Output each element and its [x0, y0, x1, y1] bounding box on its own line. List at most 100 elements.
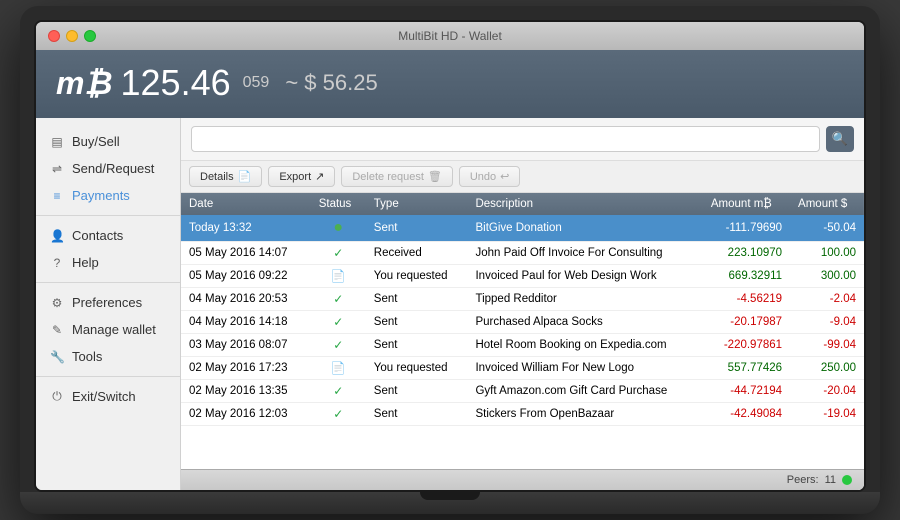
cell-status: 📄 [311, 265, 366, 288]
cell-description: Tipped Redditor [467, 288, 702, 311]
laptop-frame: MultiBit HD - Wallet m₿ 125.46 059 ~ $ 5… [20, 6, 880, 514]
search-input[interactable] [191, 126, 820, 152]
cell-description: Hotel Room Booking on Expedia.com [467, 334, 702, 357]
search-button[interactable]: 🔍 [826, 126, 854, 152]
status-check-icon: ✓ [333, 246, 343, 260]
sidebar-item-help[interactable]: ? Help [36, 249, 180, 276]
status-request-icon: 📄 [331, 361, 346, 375]
undo-button[interactable]: Undo ↩ [459, 166, 521, 187]
credit-card-icon: ▤ [50, 135, 64, 149]
sidebar-item-contacts[interactable]: 👤 Contacts [36, 222, 180, 249]
close-button[interactable] [48, 30, 60, 42]
cell-type: Sent [366, 403, 468, 426]
balance-usd: ~ $ 56.25 [285, 70, 377, 96]
balance-sub: 059 [243, 74, 270, 92]
cell-date: 05 May 2016 14:07 [181, 242, 311, 265]
table-row[interactable]: 04 May 2016 14:18 ✓ Sent Purchased Alpac… [181, 311, 864, 334]
cell-description: Gyft Amazon.com Gift Card Purchase [467, 380, 702, 403]
cell-description: Invoiced Paul for Web Design Work [467, 265, 702, 288]
cell-status: 📄 [311, 357, 366, 380]
cell-amount-usd: -20.04 [790, 380, 864, 403]
col-status: Status [311, 193, 366, 215]
cell-date: 04 May 2016 14:18 [181, 311, 311, 334]
sidebar-item-buy-sell[interactable]: ▤ Buy/Sell [36, 128, 180, 155]
col-type: Type [366, 193, 468, 215]
traffic-lights [48, 30, 96, 42]
sidebar-divider-3 [36, 376, 180, 377]
trash-icon: 🗑 [428, 170, 442, 183]
sidebar-item-manage-wallet[interactable]: ✎ Manage wallet [36, 316, 180, 343]
table-row[interactable]: 02 May 2016 17:23 📄 You requested Invoic… [181, 357, 864, 380]
peers-count: 11 [825, 474, 836, 486]
sidebar-item-preferences[interactable]: ⚙ Preferences [36, 289, 180, 316]
table-row[interactable]: 05 May 2016 09:22 📄 You requested Invoic… [181, 265, 864, 288]
main-content: ▤ Buy/Sell ⇌ Send/Request ≡ Payments 👤 [36, 118, 864, 490]
cell-date: 02 May 2016 13:35 [181, 380, 311, 403]
minimize-button[interactable] [66, 30, 78, 42]
delete-button[interactable]: Delete request 🗑 [341, 166, 453, 187]
table-row[interactable]: Today 13:32 ● Sent BitGive Donation -111… [181, 215, 864, 242]
cell-amount-usd: -50.04 [790, 215, 864, 242]
maximize-button[interactable] [84, 30, 96, 42]
details-button[interactable]: Details 📄 [189, 166, 262, 187]
title-bar: MultiBit HD - Wallet [36, 22, 864, 50]
cell-amount-btc: -4.56219 [703, 288, 790, 311]
cell-amount-usd: -99.04 [790, 334, 864, 357]
cell-description: Purchased Alpaca Socks [467, 311, 702, 334]
details-label: Details [200, 171, 234, 183]
table-row[interactable]: 04 May 2016 20:53 ✓ Sent Tipped Redditor… [181, 288, 864, 311]
cell-date: 02 May 2016 17:23 [181, 357, 311, 380]
sidebar-item-send-request[interactable]: ⇌ Send/Request [36, 155, 180, 182]
table-row[interactable]: 03 May 2016 08:07 ✓ Sent Hotel Room Book… [181, 334, 864, 357]
cell-amount-btc: -44.72194 [703, 380, 790, 403]
table-row[interactable]: 02 May 2016 13:35 ✓ Sent Gyft Amazon.com… [181, 380, 864, 403]
header-bar: m₿ 125.46 059 ~ $ 56.25 [36, 50, 864, 118]
export-button[interactable]: Export ↗ [268, 166, 335, 187]
app-body: m₿ 125.46 059 ~ $ 56.25 ▤ Buy/Sell ⇌ Sen… [36, 50, 864, 490]
status-check-icon: ✓ [333, 407, 343, 421]
sidebar-item-tools[interactable]: 🔧 Tools [36, 343, 180, 370]
transactions-table: Date Status Type Description Amount m₿ A… [181, 193, 864, 426]
laptop-notch [420, 492, 480, 500]
wallet-icon: ✎ [50, 323, 64, 337]
table-header-row: Date Status Type Description Amount m₿ A… [181, 193, 864, 215]
peers-label: Peers: [787, 474, 819, 486]
sidebar: ▤ Buy/Sell ⇌ Send/Request ≡ Payments 👤 [36, 118, 181, 490]
table-row[interactable]: 02 May 2016 12:03 ✓ Sent Stickers From O… [181, 403, 864, 426]
table-body: Today 13:32 ● Sent BitGive Donation -111… [181, 215, 864, 426]
cell-status: ✓ [311, 380, 366, 403]
cell-description: Invoiced William For New Logo [467, 357, 702, 380]
sidebar-item-payments[interactable]: ≡ Payments [36, 182, 180, 209]
delete-label: Delete request [352, 171, 424, 183]
cell-amount-usd: -19.04 [790, 403, 864, 426]
cell-amount-btc: 557.77426 [703, 357, 790, 380]
cell-status: ✓ [311, 334, 366, 357]
col-description: Description [467, 193, 702, 215]
export-icon: ↗ [315, 170, 324, 183]
sidebar-divider-2 [36, 282, 180, 283]
cell-amount-btc: 223.10970 [703, 242, 790, 265]
cell-amount-usd: 300.00 [790, 265, 864, 288]
cell-description: John Paid Off Invoice For Consulting [467, 242, 702, 265]
cell-status: ● [311, 215, 366, 242]
cell-status: ✓ [311, 311, 366, 334]
sidebar-item-exit[interactable]: ⏻ Exit/Switch [36, 383, 180, 410]
status-bar: Peers: 11 [181, 469, 864, 490]
exit-icon: ⏻ [50, 389, 64, 404]
status-sent-icon: ● [333, 219, 343, 236]
cell-date: 03 May 2016 08:07 [181, 334, 311, 357]
col-amount-btc: Amount m₿ [703, 193, 790, 215]
cell-description: BitGive Donation [467, 215, 702, 242]
cell-type: You requested [366, 265, 468, 288]
cell-date: Today 13:32 [181, 215, 311, 242]
cell-amount-btc: 669.32911 [703, 265, 790, 288]
cell-amount-btc: -111.79690 [703, 215, 790, 242]
cell-type: Sent [366, 288, 468, 311]
undo-icon: ↩ [500, 170, 509, 183]
table-row[interactable]: 05 May 2016 14:07 ✓ Received John Paid O… [181, 242, 864, 265]
cell-amount-btc: -42.49084 [703, 403, 790, 426]
cell-type: Sent [366, 380, 468, 403]
toolbar: Details 📄 Export ↗ Delete request 🗑 [181, 161, 864, 193]
cell-description: Stickers From OpenBazaar [467, 403, 702, 426]
cell-type: Sent [366, 334, 468, 357]
